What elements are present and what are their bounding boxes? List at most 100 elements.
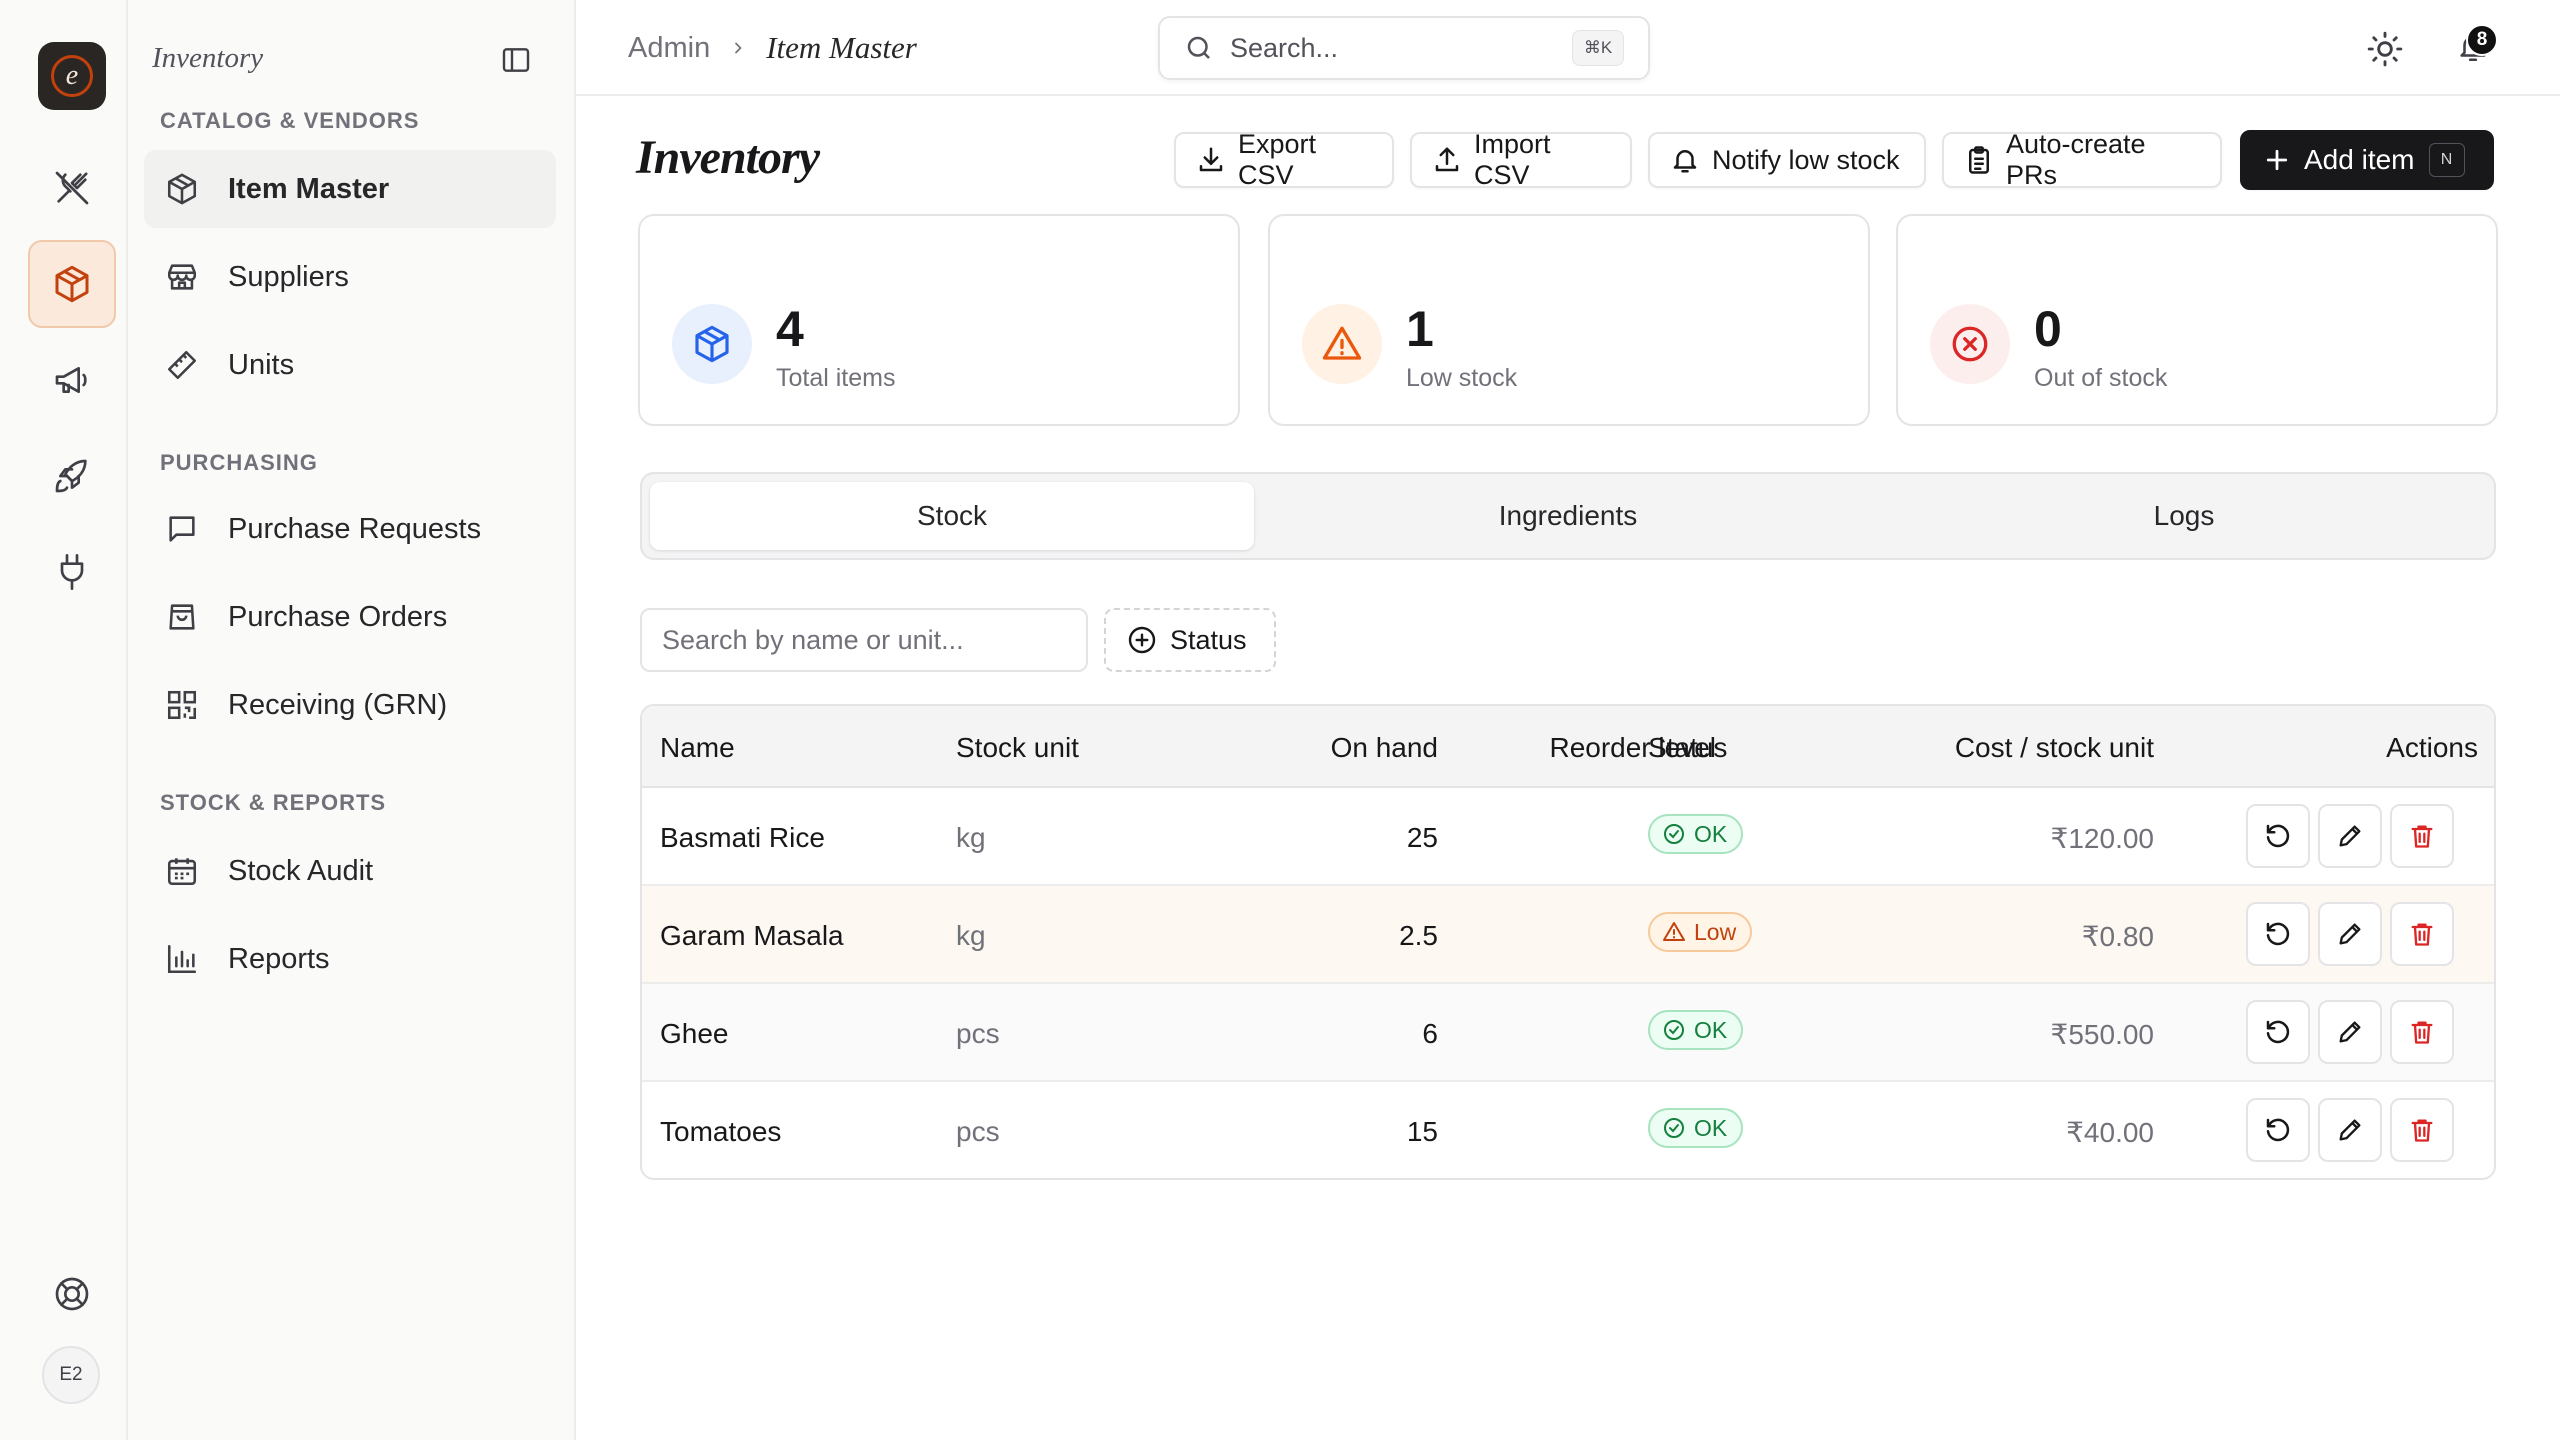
column-header-on-hand[interactable]: On hand [1331,732,1438,764]
sidebar-item-units[interactable]: Units [144,326,556,404]
notification-count-badge: 8 [2466,24,2498,56]
table-row[interactable]: Tomatoes pcs 15 5 OK ₹40.00 [642,1082,2494,1178]
table-row[interactable]: Basmati Rice kg 25 10 OK ₹120.00 [642,788,2494,886]
sidebar-item-reports[interactable]: Reports [144,920,556,998]
rocket-icon [55,459,87,493]
plug-icon [60,554,84,590]
auto-create-prs-button[interactable]: Auto-create PRs [1942,129,2222,190]
column-header-name[interactable]: Name [660,732,735,764]
stat-icon-wrap [672,304,752,384]
add-item-button[interactable]: Add item N [2240,130,2494,190]
table-search-input[interactable]: Search by name or unit... [640,608,1088,672]
status-filter-label: Status [1170,624,1247,655]
stat-card-total-items: 4 Total items [638,214,1240,426]
column-header-cost[interactable]: Cost / stock unit [1955,732,2154,764]
cell-name: Ghee [660,1018,729,1049]
status-badge-label: OK [1694,820,1728,847]
stat-card-out-of-stock: 0 Out of stock [1896,214,2498,426]
edit-button[interactable] [2318,902,2382,966]
sidebar-toggle-button[interactable] [500,44,532,76]
import-csv-label: Import CSV [1474,129,1551,190]
sidebar-item-purchase-orders[interactable]: Purchase Orders [144,578,556,656]
megaphone-icon [55,367,87,393]
message-square-icon [164,511,200,547]
rail-item-help[interactable] [28,1250,116,1338]
delete-button[interactable] [2390,804,2454,868]
stat-value: 1 [1406,301,1434,357]
breadcrumb-root[interactable]: Admin [628,32,710,65]
status-filter-button[interactable]: Status [1104,608,1276,672]
table-row[interactable]: Ghee pcs 6 5 OK ₹550.00 [642,984,2494,1082]
alert-triangle-icon [1322,326,1362,360]
cell-name: Tomatoes [660,1116,782,1147]
app-logo[interactable]: e [38,42,106,110]
export-csv-button[interactable]: Export CSV [1174,129,1394,190]
section-catalog-vendors: CATALOG & VENDORS [160,108,420,133]
top-bar: Admin Item Master Search... ⌘K 8 [576,0,2560,96]
download-icon [1196,145,1226,175]
rail-item-launch[interactable] [28,432,116,520]
sidebar-item-purchase-requests[interactable]: Purchase Requests [144,490,556,568]
sidebar-item-stock-audit[interactable]: Stock Audit [144,832,556,910]
package-icon [55,265,89,303]
cell-cost: ₹120.00 [2050,823,2154,854]
sidebar-item-suppliers[interactable]: Suppliers [144,238,556,316]
restock-button[interactable] [2246,902,2310,966]
search-shortcut: ⌘K [1572,30,1624,66]
edit-button[interactable] [2318,1098,2382,1162]
sidebar-item-label: Suppliers [228,260,349,293]
trash-icon [2411,923,2433,946]
delete-button[interactable] [2390,1098,2454,1162]
table-row[interactable]: Garam Masala kg 2.5 10 Low ₹0.80 [642,886,2494,984]
tab-logs[interactable]: Logs [1882,482,2486,550]
sidebar-item-label: Receiving (GRN) [228,688,448,721]
pencil-icon [2339,1119,2361,1141]
tab-ingredients[interactable]: Ingredients [1266,482,1870,550]
cell-on-hand: 2.5 [1399,920,1438,951]
edit-button[interactable] [2318,804,2382,868]
global-search[interactable]: Search... ⌘K [1158,16,1650,80]
breadcrumb-current: Item Master [766,30,917,65]
sidebar-item-receiving[interactable]: Receiving (GRN) [144,666,556,744]
plus-circle-icon [1126,624,1158,656]
rail-item-integrations[interactable] [28,528,116,616]
sun-icon [2367,31,2403,67]
restock-button[interactable] [2246,1000,2310,1064]
rail-item-marketing[interactable] [28,336,116,424]
rotate-ccw-icon [2266,824,2290,848]
cell-on-hand: 15 [1406,1116,1438,1147]
user-avatar[interactable]: E2 [42,1346,100,1404]
rail-item-inventory[interactable] [28,240,116,328]
import-csv-button[interactable]: Import CSV [1410,129,1632,190]
restock-button[interactable] [2246,804,2310,868]
delete-button[interactable] [2390,1000,2454,1064]
rotate-ccw-icon [2266,1020,2290,1044]
notify-low-stock-button[interactable]: Notify low stock [1648,132,1926,188]
tab-stock[interactable]: Stock [650,482,1254,550]
stat-label: Total items [776,364,896,392]
sidebar-item-label: Reports [228,942,330,975]
sidebar-item-label: Stock Audit [228,854,374,887]
table-search-placeholder: Search by name or unit... [662,624,964,655]
rail-item-menu[interactable] [28,144,116,232]
check-circle-icon [1662,1116,1686,1140]
bar-chart-icon [164,941,200,977]
delete-button[interactable] [2390,902,2454,966]
clipboard-list-icon [1964,145,1994,175]
column-header-stock-unit[interactable]: Stock unit [956,732,1079,764]
sidebar-item-item-master[interactable]: Item Master [144,150,556,228]
panel-left-icon [502,48,530,72]
add-item-shortcut: N [2428,143,2465,177]
status-badge: OK [1648,1010,1744,1050]
icon-rail: e E2 [0,0,128,1440]
auto-create-prs-label: Auto-create PRs [2006,129,2146,190]
inventory-table: Name Stock unit On hand Reorder level St… [640,704,2496,1180]
column-header-status[interactable]: Status [1648,732,1727,764]
restock-button[interactable] [2246,1098,2310,1162]
edit-button[interactable] [2318,1000,2382,1064]
stat-icon-wrap [1302,304,1382,384]
cell-on-hand: 25 [1406,822,1438,853]
cell-unit: pcs [956,1018,1000,1049]
search-icon [1187,36,1210,59]
theme-toggle-button[interactable] [2366,30,2404,68]
